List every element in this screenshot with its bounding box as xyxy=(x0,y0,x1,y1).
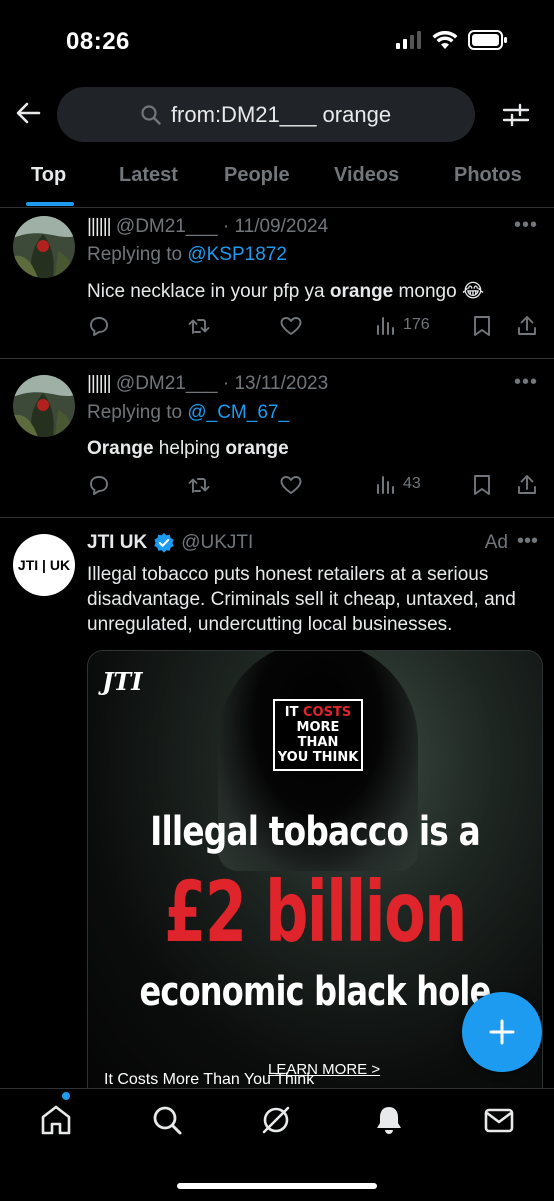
replying-to: Replying to @_CM_67_ xyxy=(87,402,290,423)
views-button[interactable]: 43 xyxy=(375,473,421,495)
search-icon xyxy=(141,104,161,125)
tab-latest[interactable]: Latest xyxy=(119,164,178,187)
active-tab-indicator xyxy=(26,202,74,206)
reply-icon xyxy=(90,476,108,495)
more-options-icon[interactable]: ••• xyxy=(514,214,538,237)
promoted-tweet[interactable]: JTI | UK JTI UK @UKJTI Ad ••• Illegal to… xyxy=(0,518,554,1089)
tweet-text: Nice necklace in your pfp ya orange mong… xyxy=(87,281,485,302)
reply-button[interactable] xyxy=(87,473,111,497)
user-handle[interactable]: @DM21___ xyxy=(116,373,218,394)
home-icon[interactable] xyxy=(39,1103,73,1137)
retweet-icon xyxy=(188,319,210,334)
search-input[interactable]: from:DM21___ orange xyxy=(57,87,475,142)
status-time: 08:26 xyxy=(66,28,130,55)
share-button[interactable] xyxy=(515,473,539,497)
tweet-actions: 176 xyxy=(87,314,542,342)
tweet-date: · 11/09/2024 xyxy=(222,216,329,237)
status-bar: 08:26 xyxy=(0,0,554,80)
ad-header: JTI UK @UKJTI xyxy=(87,532,253,554)
views-button[interactable]: 176 xyxy=(375,314,430,336)
heart-icon xyxy=(280,317,302,335)
home-indicator xyxy=(177,1183,377,1189)
advertiser-avatar[interactable]: JTI | UK xyxy=(13,534,75,596)
reply-handle-link[interactable]: @KSP1872 xyxy=(187,244,287,265)
filter-settings-icon[interactable] xyxy=(502,101,530,129)
explore-search-icon[interactable] xyxy=(150,1103,184,1137)
tab-photos[interactable]: Photos xyxy=(454,164,522,187)
tweet-header: |||||| @DM21___ · 13/11/2023 xyxy=(87,373,328,395)
tweet-header: |||||| @DM21___ · 11/09/2024 xyxy=(87,216,328,238)
share-button[interactable] xyxy=(515,314,539,338)
verified-badge-icon xyxy=(154,533,174,553)
it-costs-badge: IT COSTS MORE THAN YOU THINK xyxy=(273,699,363,771)
like-button[interactable] xyxy=(279,314,303,338)
jti-logo: JTI xyxy=(102,667,143,696)
user-handle[interactable]: @DM21___ xyxy=(116,216,218,237)
home-notification-dot xyxy=(62,1092,70,1100)
display-name[interactable]: |||||| xyxy=(87,216,112,237)
advertiser-handle[interactable]: @UKJTI xyxy=(181,532,253,554)
ad-headline-line1: Illegal tobacco is a xyxy=(150,809,481,855)
retweet-button[interactable] xyxy=(187,473,211,497)
ad-headline-line3: economic black hole xyxy=(139,969,492,1015)
ad-caption: It Costs More Than You Think xyxy=(104,1071,315,1088)
heart-icon xyxy=(280,476,302,494)
bookmark-icon xyxy=(474,475,490,495)
replying-to: Replying to @KSP1872 xyxy=(87,244,287,265)
wifi-icon xyxy=(432,30,458,49)
ad-text: Illegal tobacco puts honest retailers at… xyxy=(87,564,516,635)
compose-post-button[interactable] xyxy=(462,992,542,1072)
ad-label: Ad xyxy=(484,532,508,553)
notifications-bell-icon[interactable] xyxy=(372,1103,406,1137)
bookmark-button[interactable] xyxy=(471,473,493,497)
tweet-text: Orange helping orange xyxy=(87,438,289,459)
battery-icon xyxy=(468,30,507,50)
ad-headline-amount: £2 billion xyxy=(164,863,467,961)
messages-envelope-icon[interactable] xyxy=(482,1103,516,1137)
reply-handle-link[interactable]: @_CM_67_ xyxy=(187,402,289,423)
back-arrow-icon[interactable] xyxy=(14,99,42,127)
tab-people[interactable]: People xyxy=(224,164,290,187)
search-query: from:DM21___ orange xyxy=(170,101,392,127)
plus-icon xyxy=(489,1019,515,1045)
avatar[interactable] xyxy=(13,375,75,437)
reply-button[interactable] xyxy=(87,314,111,338)
bookmark-icon xyxy=(474,316,490,336)
views-count: 176 xyxy=(403,316,430,333)
display-name[interactable]: |||||| xyxy=(87,373,112,394)
tweet[interactable]: |||||| @DM21___ · 11/09/2024 ••• Replyin… xyxy=(0,208,554,359)
views-bar-chart-icon xyxy=(377,317,394,335)
tweet-actions: 43 xyxy=(87,473,542,501)
tweet-date: · 13/11/2023 xyxy=(222,373,329,394)
share-icon xyxy=(518,316,536,335)
more-options-icon[interactable]: ••• xyxy=(517,530,538,553)
avatar[interactable] xyxy=(13,216,75,278)
search-header: from:DM21___ orange xyxy=(0,85,554,145)
tab-top[interactable]: Top xyxy=(31,164,66,187)
like-button[interactable] xyxy=(279,473,303,497)
tab-videos[interactable]: Videos xyxy=(334,164,399,187)
bookmark-button[interactable] xyxy=(471,314,493,338)
more-options-icon[interactable]: ••• xyxy=(514,371,538,394)
retweet-icon xyxy=(188,478,210,493)
grok-icon[interactable] xyxy=(259,1103,293,1137)
share-icon xyxy=(518,475,536,494)
advertiser-name[interactable]: JTI UK xyxy=(87,532,147,554)
search-tabs: Top Latest People Videos Photos xyxy=(0,150,554,208)
views-bar-chart-icon xyxy=(377,476,394,494)
retweet-button[interactable] xyxy=(187,314,211,338)
cellular-signal-icon xyxy=(396,31,421,49)
reply-icon xyxy=(90,317,108,336)
tweet[interactable]: |||||| @DM21___ · 13/11/2023 ••• Replyin… xyxy=(0,359,554,518)
views-count: 43 xyxy=(403,475,421,492)
